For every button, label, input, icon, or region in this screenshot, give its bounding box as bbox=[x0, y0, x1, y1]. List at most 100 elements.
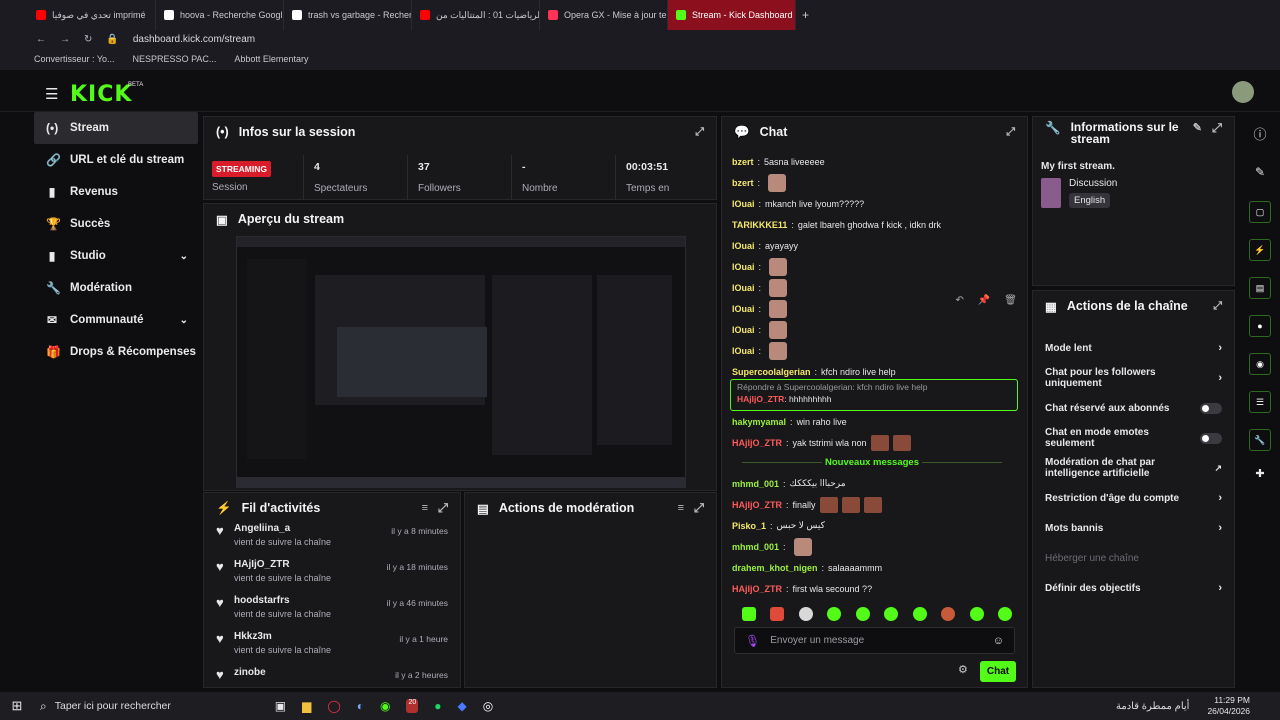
app-icon[interactable]: ◆ bbox=[458, 699, 467, 713]
rail-wrench-icon[interactable]: 🔧 bbox=[1249, 429, 1271, 451]
expand-icon[interactable]: ⤢ bbox=[1213, 300, 1222, 313]
spotify-icon[interactable]: ● bbox=[434, 699, 441, 713]
rail-bolt-icon[interactable]: ⚡ bbox=[1249, 239, 1271, 261]
browser-icon[interactable]: ◐ bbox=[357, 699, 364, 713]
new-tab-icon[interactable]: + bbox=[802, 8, 809, 22]
rail-broadcast-icon[interactable]: ◉ bbox=[1249, 353, 1271, 375]
sidebar-item-succ-s[interactable]: 🏆 Succès bbox=[34, 208, 198, 240]
kick-logo[interactable]: KICK bbox=[70, 82, 132, 107]
task-view-icon[interactable]: ▣ bbox=[275, 699, 286, 713]
emote-icon[interactable] bbox=[912, 607, 927, 621]
rail-layout-icon[interactable]: ☰ bbox=[1249, 391, 1271, 413]
emote-icon[interactable] bbox=[941, 607, 956, 621]
chat-username[interactable]: TARIKKKE11 bbox=[732, 220, 787, 230]
bookmark-item[interactable]: Abbott Elementary bbox=[234, 54, 308, 64]
activity-username[interactable]: hoodstarfrs bbox=[234, 595, 331, 606]
chat-username[interactable]: HAjIjO_ZTR bbox=[737, 394, 784, 404]
chat-username[interactable]: mhmd_001 bbox=[732, 479, 779, 489]
sidebar-item-drops-r-compenses[interactable]: 🎁 Drops & Récompenses bbox=[34, 336, 198, 368]
chrome-icon[interactable]: ◎ bbox=[483, 699, 493, 713]
channel-action-item[interactable]: Chat réservé aux abonnés bbox=[1033, 393, 1234, 423]
toggle-switch[interactable] bbox=[1200, 432, 1222, 444]
emote-icon[interactable] bbox=[884, 607, 899, 621]
emote-icon[interactable] bbox=[969, 607, 984, 621]
chat-username[interactable]: Pisko_1 bbox=[732, 521, 766, 531]
menu-icon[interactable]: ☰ bbox=[45, 85, 58, 103]
activity-username[interactable]: HAjIjO_ZTR bbox=[234, 559, 331, 570]
chat-username[interactable]: drahem_khot_nigen bbox=[732, 563, 818, 573]
channel-action-item[interactable]: Définir des objectifs › bbox=[1033, 573, 1234, 603]
back-icon[interactable]: ← bbox=[36, 34, 46, 45]
chat-username[interactable]: lOuai bbox=[732, 241, 755, 251]
microphone-icon[interactable]: 🎙 bbox=[745, 634, 760, 648]
emote-icon[interactable] bbox=[827, 607, 842, 621]
emoji-icon[interactable]: ☺ bbox=[993, 635, 1004, 647]
chevron-right-icon[interactable]: › bbox=[1218, 582, 1222, 594]
sidebar-item-communaut-[interactable]: ✉ Communauté ⌄ bbox=[34, 304, 198, 336]
emote-icon[interactable] bbox=[742, 607, 756, 621]
chat-username[interactable]: lOuai bbox=[732, 262, 755, 272]
sidebar-item-url-et-cl-du-stream[interactable]: 🔗 URL et clé du stream bbox=[34, 144, 198, 176]
edit-icon[interactable]: ✎ bbox=[1193, 121, 1202, 134]
weather-text[interactable]: أيام ممطرة قادمة bbox=[1116, 701, 1189, 712]
activity-username[interactable]: Angeliina_a bbox=[234, 523, 331, 534]
chat-username[interactable]: lOuai bbox=[732, 199, 755, 209]
chat-username[interactable]: lOuai bbox=[732, 283, 755, 293]
chat-input[interactable]: 🎙 Envoyer un message ☺ bbox=[734, 627, 1015, 654]
whatsapp-icon[interactable]: ◉ bbox=[380, 699, 390, 713]
folder-icon[interactable]: ▆ bbox=[302, 699, 311, 713]
forward-icon[interactable]: → bbox=[60, 34, 70, 45]
chevron-right-icon[interactable]: › bbox=[1218, 522, 1222, 534]
browser-tab[interactable]: trash vs garbage - Recher bbox=[284, 0, 412, 30]
chevron-right-icon[interactable]: › bbox=[1218, 342, 1222, 354]
channel-action-item[interactable]: Chat pour les followers uniquement › bbox=[1033, 363, 1234, 393]
chat-username[interactable]: mhmd_001 bbox=[732, 542, 779, 552]
expand-icon[interactable]: ⤢ bbox=[695, 126, 704, 139]
emote-icon[interactable] bbox=[997, 607, 1012, 621]
chevron-down-icon[interactable]: ⌄ bbox=[180, 315, 188, 326]
chevron-right-icon[interactable]: › bbox=[1218, 492, 1222, 504]
avatar[interactable] bbox=[1232, 81, 1254, 103]
browser-tab[interactable]: hoova - Recherche Googl bbox=[156, 0, 284, 30]
chat-username[interactable]: lOuai bbox=[732, 304, 755, 314]
toggle-switch[interactable] bbox=[1200, 402, 1222, 414]
sidebar-item-studio[interactable]: ▮ Studio ⌄ bbox=[34, 240, 198, 272]
emote-icon[interactable] bbox=[770, 607, 785, 621]
chat-username[interactable]: lOuai bbox=[732, 325, 755, 335]
search-icon[interactable]: ⌕ bbox=[40, 699, 47, 714]
delete-icon[interactable]: 🗑 bbox=[1004, 295, 1017, 306]
chat-username[interactable]: HAjIjO_ZTR bbox=[732, 438, 782, 448]
pencil-icon[interactable]: ✎ bbox=[1240, 165, 1280, 179]
rail-more-icon[interactable]: ✚ bbox=[1240, 467, 1280, 480]
reply-highlight[interactable]: Répondre à Supercoolalgerian: kfch ndiro… bbox=[730, 379, 1018, 411]
rail-chat-icon[interactable]: ● bbox=[1249, 315, 1271, 337]
expand-icon[interactable]: ⤢ bbox=[1212, 121, 1222, 136]
send-chat-button[interactable]: Chat bbox=[980, 661, 1016, 682]
channel-action-item[interactable]: Mots bannis › bbox=[1033, 513, 1234, 543]
windows-start-icon[interactable]: ⊞ bbox=[0, 698, 34, 714]
external-link-icon[interactable]: ↗ bbox=[1214, 463, 1222, 474]
chat-username[interactable]: hakymyamal bbox=[732, 417, 786, 427]
browser-tab[interactable]: تحدي في صوفيا imprimé bbox=[28, 0, 156, 30]
rail-list-icon[interactable]: ▤ bbox=[1249, 277, 1271, 299]
url-field[interactable]: dashboard.kick.com/stream bbox=[133, 34, 255, 45]
sidebar-item-revenus[interactable]: ▮ Revenus bbox=[34, 176, 198, 208]
chat-username[interactable]: HAjIjO_ZTR bbox=[732, 584, 782, 594]
taskbar-search[interactable]: Taper ici pour rechercher bbox=[55, 700, 175, 712]
activity-username[interactable]: Hkkz3m bbox=[234, 631, 331, 642]
sidebar-item-mod-ration[interactable]: 🔧 Modération bbox=[34, 272, 198, 304]
reload-icon[interactable]: ↻ bbox=[84, 34, 92, 45]
browser-tab[interactable]: Stream - Kick Dashboard bbox=[668, 0, 796, 30]
rail-stream-icon[interactable]: ▢ bbox=[1249, 201, 1271, 223]
clock-time[interactable]: 11:29 PM bbox=[1207, 695, 1250, 706]
stream-preview-video[interactable] bbox=[236, 236, 686, 488]
sidebar-item-stream[interactable]: (•) Stream bbox=[34, 112, 198, 144]
expand-icon[interactable]: ⤢ bbox=[1006, 126, 1015, 139]
opera-gx-icon[interactable]: ◯ bbox=[327, 699, 340, 713]
pin-icon[interactable]: 📌 bbox=[978, 295, 990, 306]
browser-tab[interactable]: Opera GX - Mise à jour te bbox=[540, 0, 668, 30]
chat-username[interactable]: lOuai bbox=[732, 346, 755, 356]
channel-action-item[interactable]: Chat en mode emotes seulement bbox=[1033, 423, 1234, 453]
emote-icon[interactable] bbox=[855, 607, 870, 621]
bookmark-item[interactable]: Convertisseur : Yo... bbox=[34, 54, 115, 64]
